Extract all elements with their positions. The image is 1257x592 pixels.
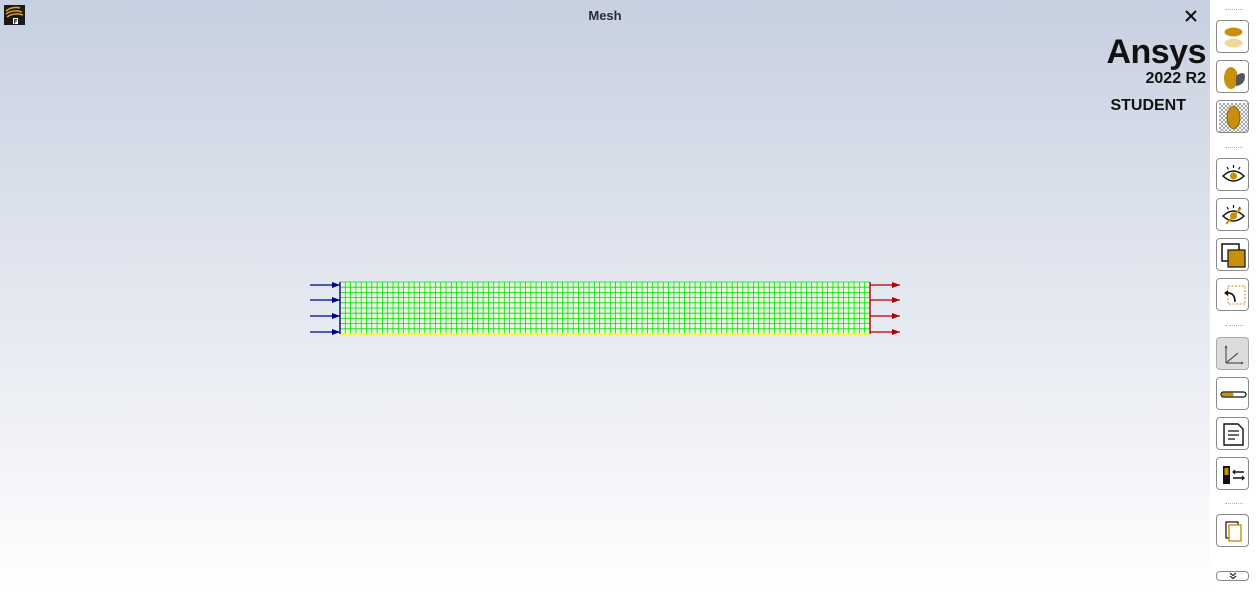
close-icon xyxy=(1185,10,1197,22)
toolbar-grip[interactable] xyxy=(1225,9,1243,13)
surface-display-icon xyxy=(1224,27,1243,48)
ruler-button[interactable] xyxy=(1216,377,1249,410)
show-icon xyxy=(1221,165,1246,182)
hide-icon xyxy=(1221,205,1246,225)
copy-view-button[interactable] xyxy=(1216,514,1249,547)
surface-display-button[interactable] xyxy=(1216,20,1249,53)
window-title: Mesh xyxy=(588,8,622,23)
undo-view-button[interactable] xyxy=(1216,278,1249,311)
more-tools-icon xyxy=(1229,572,1237,580)
graphics-viewport[interactable]: F Mesh Ansys 2022 R2 STUDENT xyxy=(0,0,1210,592)
toolbar-grip[interactable] xyxy=(1225,325,1243,329)
brand-name: Ansys xyxy=(1106,33,1206,71)
brand-version: 2022 R2 xyxy=(1145,70,1207,87)
fluent-mesh-window: F Mesh Ansys 2022 R2 STUDENT xyxy=(0,0,1257,592)
legend-button[interactable] xyxy=(1216,457,1249,490)
ruler-icon xyxy=(1220,391,1247,398)
legend-icon xyxy=(1223,466,1245,484)
outlet-velocity-arrows xyxy=(870,282,900,335)
axes-icon xyxy=(1224,345,1244,365)
annotation-icon xyxy=(1223,423,1244,446)
mesh-geometry[interactable] xyxy=(300,270,910,345)
close-button[interactable] xyxy=(1180,6,1202,26)
inlet-velocity-arrows xyxy=(310,282,340,335)
undo-view-icon xyxy=(1224,285,1246,305)
axes-button[interactable] xyxy=(1216,337,1249,370)
mesh-grid xyxy=(339,281,871,335)
ansys-watermark: Ansys 2022 R2 STUDENT xyxy=(1080,34,1208,124)
cutaway-view-icon xyxy=(1224,67,1245,89)
more-tools-button[interactable] xyxy=(1216,571,1249,581)
cutaway-view-button[interactable] xyxy=(1216,60,1249,93)
toolbar-grip[interactable] xyxy=(1225,503,1243,507)
toolbar-grip[interactable] xyxy=(1225,147,1243,151)
brand-edition: STUDENT xyxy=(1110,97,1186,114)
graphics-toolbar xyxy=(1210,0,1257,592)
copy-view-icon xyxy=(1225,521,1242,542)
annotation-button[interactable] xyxy=(1216,417,1249,450)
fit-to-window-icon xyxy=(1221,243,1246,268)
fit-to-window-button[interactable] xyxy=(1216,238,1249,271)
hide-button[interactable] xyxy=(1216,198,1249,231)
show-button[interactable] xyxy=(1216,158,1249,191)
mesh-display-button[interactable] xyxy=(1216,100,1249,133)
mesh-display-icon xyxy=(1219,103,1248,132)
